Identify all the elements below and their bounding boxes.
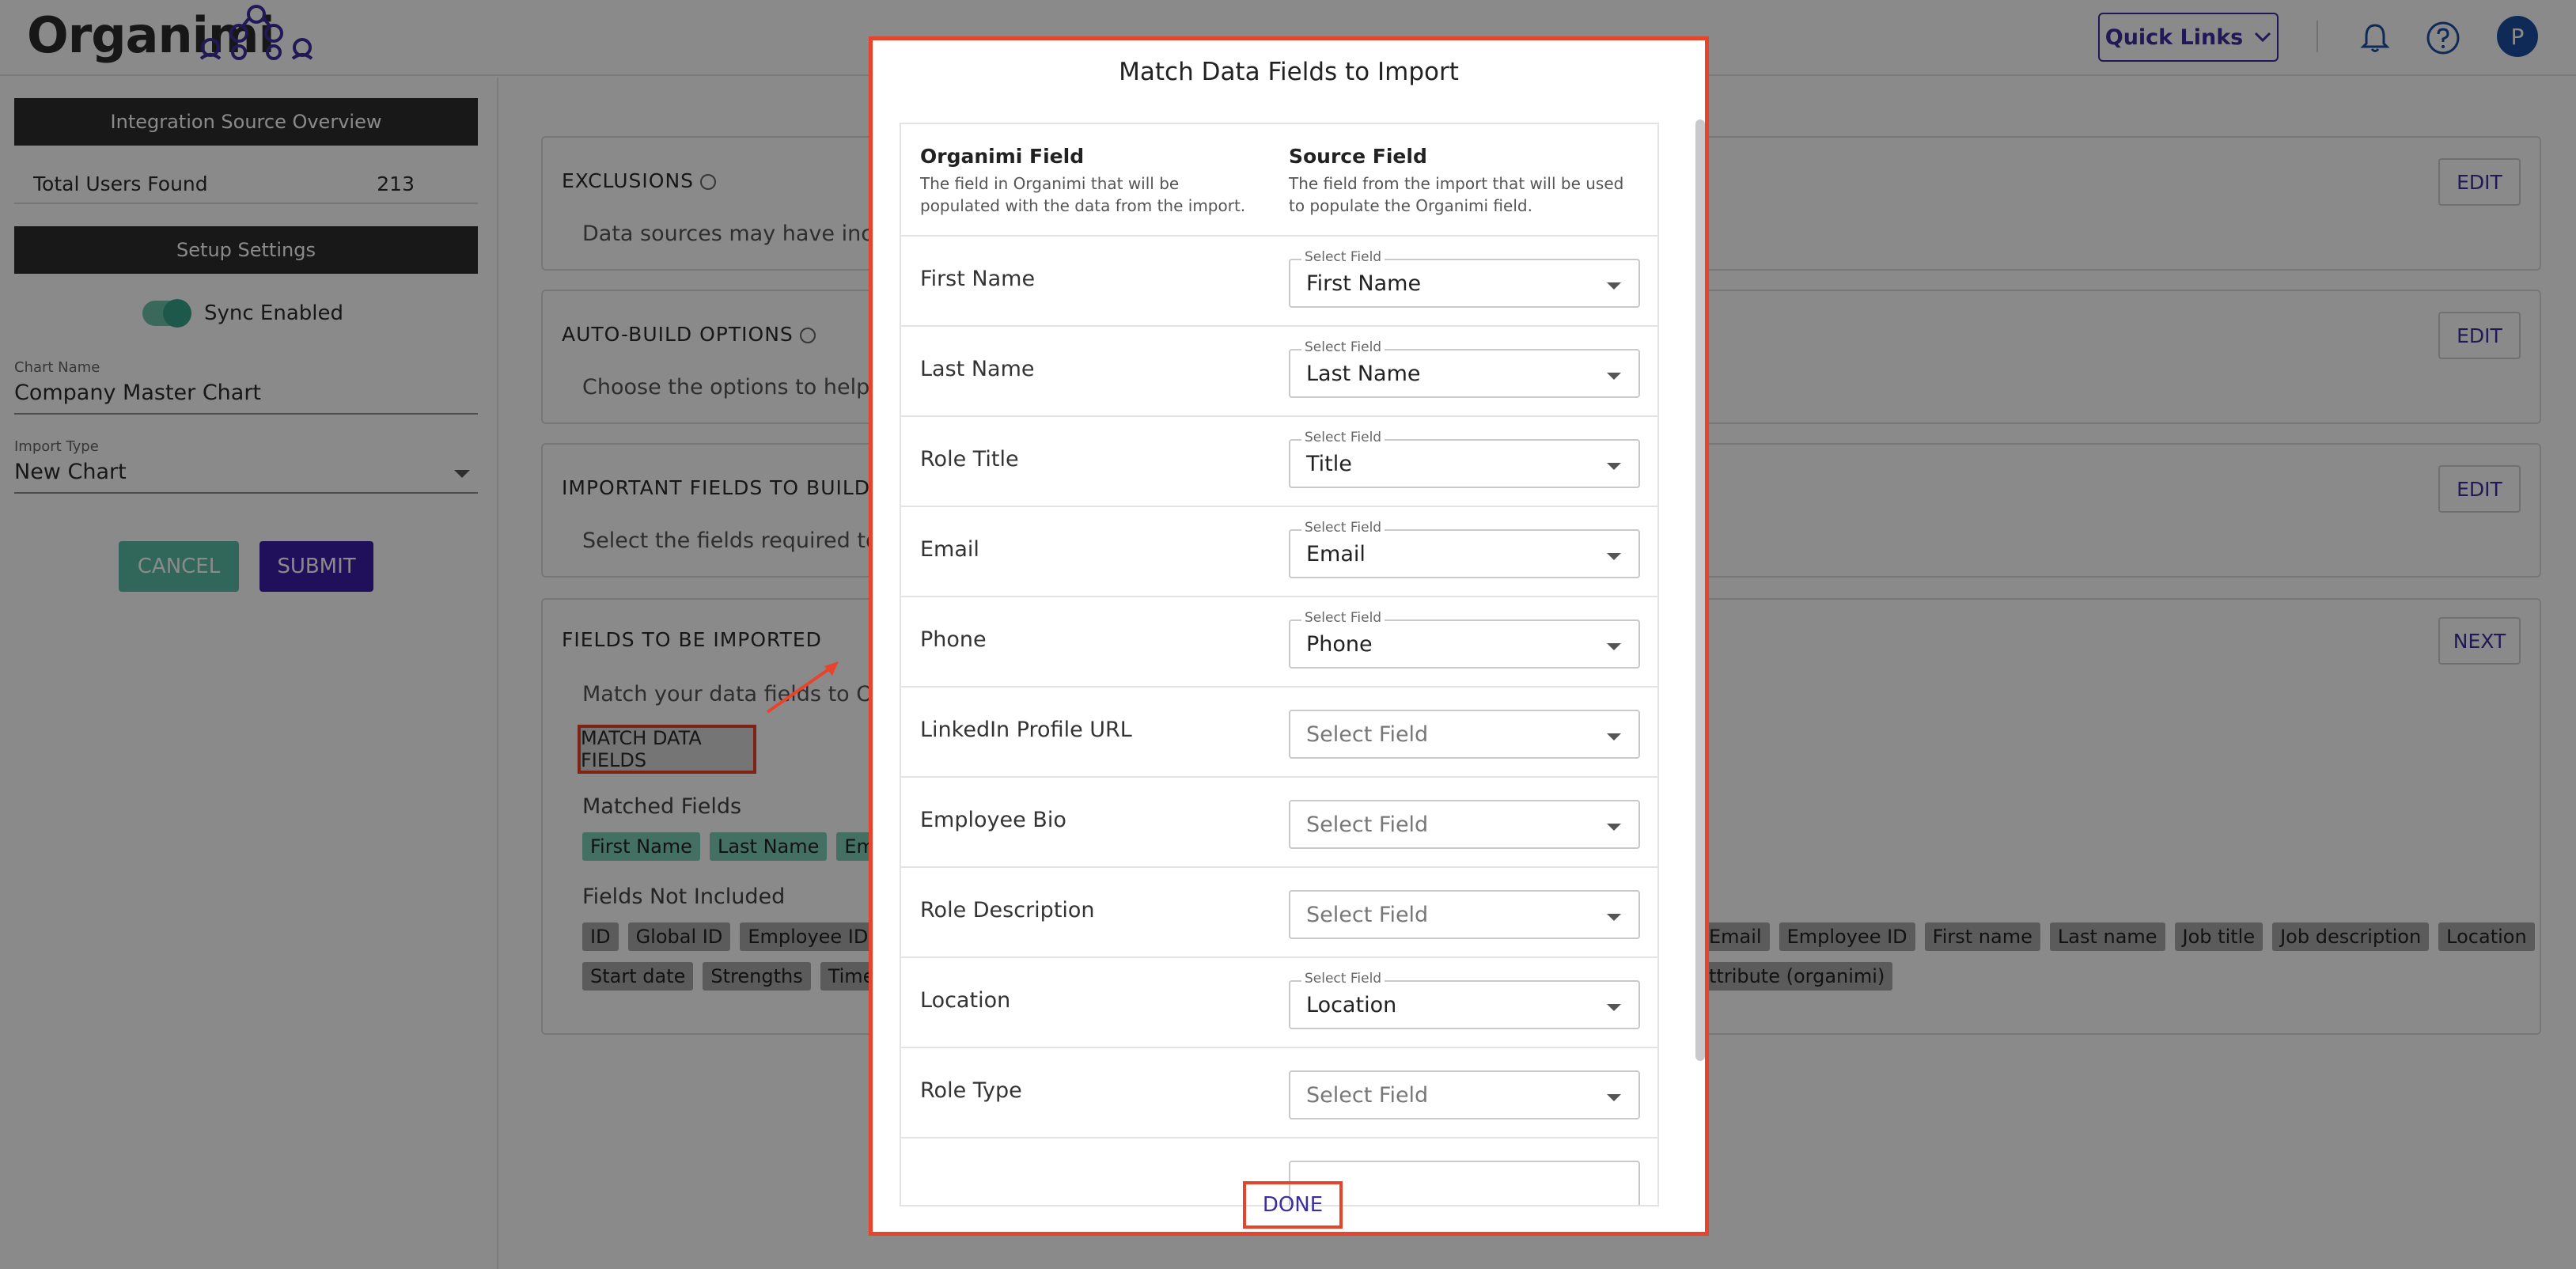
organimi-field-name: Phone [920,627,987,652]
organimi-field-title: Organimi Field [920,145,1085,168]
organimi-field-desc: The field in Organimi that will be popul… [920,174,1246,215]
caret-down-icon [1607,1004,1621,1011]
select-field-label: Select Field [1301,520,1385,536]
source-field-value: Location [1306,993,1397,1017]
source-field-select[interactable]: Select Field Last Name [1289,339,1640,398]
organimi-field-name: Location [920,988,1011,1013]
scrollbar[interactable] [1695,119,1705,1061]
organimi-field-name: Email [920,537,979,562]
source-field-select[interactable]: Select Field First Name [1289,249,1640,308]
source-field-value: Select Field [1306,903,1429,927]
mapping-row: Role Type Select Field [901,1048,1657,1138]
caret-down-icon [1607,643,1621,650]
dialog-title: Match Data Fields to Import [1119,58,1459,86]
caret-down-icon [1607,1094,1621,1101]
annotation-arrow-icon [766,661,839,714]
mapping-row: Location Select Field Location [901,958,1657,1048]
source-field-select[interactable]: Select Field [1289,800,1640,849]
source-field-value: Title [1306,452,1352,476]
source-field-column: Source Field The field from the import t… [1289,145,1637,217]
source-field-value: Select Field [1306,813,1429,837]
organimi-field-name: Last Name [920,357,1035,381]
source-field-select[interactable]: Select Field [1289,1070,1640,1119]
select-field-label: Select Field [1301,249,1385,265]
source-field-value: First Name [1306,271,1422,296]
organimi-field-name: Role Type [920,1078,1022,1103]
source-field-select[interactable]: Select Field Email [1289,520,1640,578]
mapping-row: Last Name Select Field Last Name [901,327,1657,417]
source-field-select[interactable]: Select Field [1289,890,1640,939]
mapping-row: First Name Select Field First Name [901,237,1657,327]
organimi-field-name: First Name [920,267,1036,291]
source-field-select[interactable]: Select Field Location [1289,971,1640,1029]
caret-down-icon [1607,373,1621,380]
source-field-value: Email [1306,542,1366,566]
select-field-label: Select Field [1301,430,1385,445]
source-field-value: Phone [1306,632,1373,657]
organimi-field-name: Role Title [920,447,1019,472]
source-field-desc: The field from the import that will be u… [1289,174,1624,215]
mapping-row: Phone Select Field Phone [901,597,1657,688]
mapping-row: LinkedIn Profile URL Select Field [901,688,1657,778]
mapping-row: Employee Bio Select Field [901,778,1657,868]
mapping-row: Role Description Select Field [901,868,1657,958]
source-field-value: Last Name [1306,362,1421,386]
select-field-label: Select Field [1301,971,1385,987]
mapping-row: Role Title Select Field Title [901,417,1657,507]
source-field-select[interactable]: Select Field Phone [1289,610,1640,669]
caret-down-icon [1607,733,1621,741]
mapping-row: Email Select Field Email [901,507,1657,597]
select-field-label: Select Field [1301,339,1385,355]
caret-down-icon [1607,463,1621,470]
source-field-select[interactable]: Select Field [1289,710,1640,759]
mapping-header: Organimi Field The field in Organimi tha… [901,124,1657,237]
caret-down-icon [1607,824,1621,831]
organimi-field-name: LinkedIn Profile URL [920,718,1132,742]
source-field-value: Select Field [1306,1083,1429,1108]
select-field-label: Select Field [1301,610,1385,626]
match-fields-dialog: Match Data Fields to Import Organimi Fie… [869,36,1709,1236]
source-field-value: Select Field [1306,722,1429,747]
source-field-select[interactable]: Select Field Title [1289,430,1640,488]
caret-down-icon [1607,282,1621,290]
done-button[interactable]: DONE [1243,1181,1343,1229]
caret-down-icon [1607,553,1621,560]
organimi-field-name: Employee Bio [920,808,1066,832]
caret-down-icon [1607,914,1621,921]
organimi-field-name: Role Description [920,898,1095,922]
source-field-title: Source Field [1289,145,1427,168]
organimi-field-column: Organimi Field The field in Organimi tha… [920,145,1252,217]
field-mapping-list: Organimi Field The field in Organimi tha… [900,123,1659,1206]
